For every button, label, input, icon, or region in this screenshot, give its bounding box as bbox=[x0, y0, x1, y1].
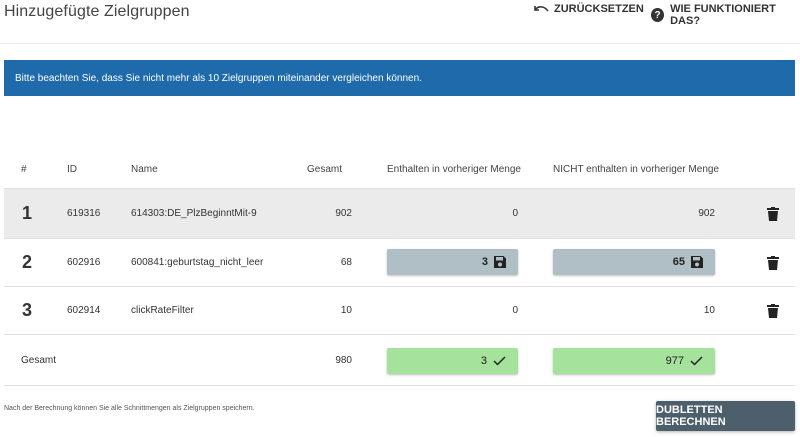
reset-button[interactable]: ZURÜCKSETZEN bbox=[534, 3, 644, 15]
row-name: 600841:geburtstag_nicht_leer bbox=[131, 257, 264, 268]
column-header-name: Name bbox=[131, 164, 158, 175]
floppy-disk-icon bbox=[494, 256, 506, 268]
check-icon bbox=[690, 356, 703, 366]
save-not-included-button[interactable]: 65 bbox=[553, 249, 715, 275]
totals-label: Gesamt bbox=[21, 355, 57, 366]
totals-included-value: 3 bbox=[480, 355, 487, 367]
totals-row: Gesamt 980 3 977 bbox=[4, 334, 795, 386]
trash-icon[interactable] bbox=[767, 304, 779, 318]
trash-icon[interactable] bbox=[767, 256, 779, 270]
column-header-index: # bbox=[21, 164, 27, 175]
check-icon bbox=[493, 356, 506, 366]
undo-icon bbox=[534, 6, 549, 12]
row-total: 10 bbox=[340, 305, 352, 316]
help-button-label: WIE FUNKTIONIERT DAS? bbox=[670, 3, 776, 27]
column-header-total: Gesamt bbox=[307, 164, 343, 175]
row-name: 614303:DE_PlzBeginntMit-9 bbox=[131, 208, 257, 219]
not-included-value: 65 bbox=[672, 256, 685, 268]
row-id: 602916 bbox=[67, 257, 101, 268]
trash-icon[interactable] bbox=[767, 207, 779, 221]
totals-total: 980 bbox=[335, 355, 352, 366]
row-included: 0 bbox=[512, 305, 518, 316]
row-number: 1 bbox=[22, 203, 33, 223]
row-total: 902 bbox=[335, 208, 352, 219]
info-banner: Bitte beachten Sie, dass Sie nicht mehr … bbox=[4, 60, 795, 96]
row-name: clickRateFilter bbox=[131, 305, 194, 316]
help-icon: ? bbox=[651, 8, 665, 22]
header: Hinzugefügte Zielgruppen ZURÜCKSETZEN ? … bbox=[0, 0, 800, 44]
row-not-included: 10 bbox=[703, 305, 715, 316]
row-id: 619316 bbox=[67, 208, 101, 219]
column-header-not-included: NICHT enthalten in vorheriger Menge bbox=[553, 164, 720, 175]
table-row: 3 602914 clickRateFilter 10 0 10 bbox=[4, 286, 795, 334]
table-row: 1 619316 614303:DE_PlzBeginntMit-9 902 0… bbox=[4, 188, 795, 238]
column-header-id: ID bbox=[67, 164, 77, 175]
column-header-included: Enthalten in vorheriger Menge bbox=[387, 164, 521, 175]
totals-not-included-value: 977 bbox=[665, 355, 684, 367]
row-number: 2 bbox=[22, 252, 33, 272]
row-total: 68 bbox=[340, 257, 352, 268]
info-banner-text: Bitte beachten Sie, dass Sie nicht mehr … bbox=[15, 72, 422, 84]
included-value: 3 bbox=[481, 256, 488, 268]
save-included-button[interactable]: 3 bbox=[387, 249, 518, 275]
reset-button-label: ZURÜCKSETZEN bbox=[554, 3, 644, 15]
totals-included-box: 3 bbox=[387, 348, 518, 374]
help-button[interactable]: ? WIE FUNKTIONIERT DAS? bbox=[651, 3, 800, 27]
footer-note: Nach der Berechnung können Sie alle Schn… bbox=[4, 405, 255, 412]
row-included: 0 bbox=[512, 208, 518, 219]
row-number: 3 bbox=[22, 300, 33, 320]
page-title: Hinzugefügte Zielgruppen bbox=[4, 3, 190, 20]
row-not-included: 902 bbox=[698, 208, 715, 219]
calculate-duplicates-button[interactable]: DUBLETTEN BERECHNEN bbox=[656, 401, 795, 431]
row-id: 602914 bbox=[67, 305, 101, 316]
table-row: 2 602916 600841:geburtstag_nicht_leer 68… bbox=[4, 238, 795, 286]
floppy-disk-icon bbox=[691, 256, 703, 268]
totals-not-included-box: 977 bbox=[553, 348, 715, 374]
